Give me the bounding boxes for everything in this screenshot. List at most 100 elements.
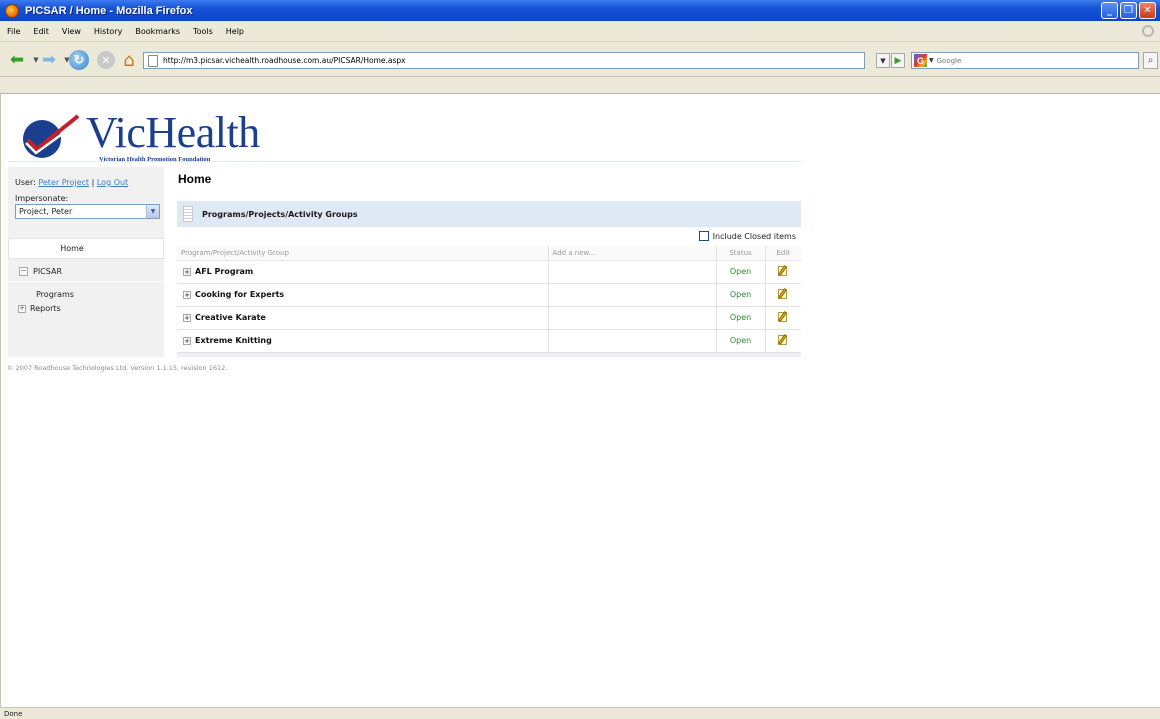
document-icon [183, 206, 193, 222]
search-magnifier-icon[interactable]: ⌕ [1143, 52, 1158, 69]
menu-history[interactable]: History [94, 27, 122, 36]
maximize-button[interactable]: ❐ [1120, 2, 1137, 19]
nav-programs[interactable]: Programs [36, 290, 74, 299]
header-divider [8, 161, 801, 162]
section-header: Programs/Projects/Activity Groups [177, 201, 801, 227]
throbber-icon [1142, 25, 1154, 37]
row-name-cell[interactable]: + Cooking for Experts [177, 283, 549, 307]
checkbox-icon[interactable] [698, 231, 709, 241]
menu-help[interactable]: Help [226, 27, 244, 36]
expand-icon[interactable]: + [183, 314, 191, 323]
copyright-text: © 2007 Roadhouse Technologies Ltd. Versi… [7, 364, 228, 372]
stop-icon[interactable]: ✕ [97, 51, 115, 69]
include-closed-label: Include Closed items [712, 231, 796, 241]
forward-arrow-icon[interactable]: ➡ [40, 50, 58, 70]
url-bar[interactable]: http://m3.picsar.vichealth.roadhouse.com… [143, 52, 865, 69]
edit-icon[interactable] [777, 311, 789, 322]
url-text[interactable]: http://m3.picsar.vichealth.roadhouse.com… [163, 56, 406, 65]
window-left-border [0, 94, 1, 707]
nav-picsar[interactable]: − PICSAR [8, 261, 164, 282]
edit-icon[interactable] [777, 265, 789, 276]
collapse-icon[interactable]: − [19, 266, 28, 276]
search-input[interactable] [936, 56, 1127, 65]
column-header-status: Status [716, 246, 766, 261]
status-text: Done [4, 709, 23, 718]
minimize-button[interactable]: _ [1101, 2, 1118, 19]
section-title: Programs/Projects/Activity Groups [202, 209, 358, 219]
url-dropdown-icon[interactable]: ▼ [876, 53, 890, 68]
chevron-down-icon[interactable]: ▼ [146, 205, 159, 218]
column-header-add: Add a new... [548, 246, 717, 261]
close-button[interactable]: ✕ [1139, 2, 1156, 19]
impersonate-select[interactable]: Project, Peter ▼ [15, 204, 160, 219]
row-name-cell[interactable]: + AFL Program [177, 260, 549, 284]
row-name-cell[interactable]: + Extreme Knitting [177, 329, 549, 353]
menu-tools[interactable]: Tools [193, 27, 213, 36]
table-row: + Extreme Knitting Open [177, 329, 801, 353]
row-add-cell[interactable] [548, 260, 717, 284]
status-bar: Done [0, 707, 1160, 719]
nav-picsar-label: PICSAR [33, 266, 63, 276]
impersonate-value[interactable]: Project, Peter [19, 207, 146, 216]
user-name-link[interactable]: Peter Project [38, 178, 89, 187]
page-viewport: VicHealth Victorian Health Promotion Fou… [0, 94, 1160, 707]
table-row: + Cooking for Experts Open [177, 283, 801, 307]
search-box[interactable]: G ▼ [911, 52, 1139, 69]
user-line: User: Peter Project | Log Out [15, 178, 128, 187]
expand-icon[interactable]: + [183, 337, 191, 346]
row-name-cell[interactable]: + Creative Karate [177, 306, 549, 330]
row-name[interactable]: Cooking for Experts [195, 290, 284, 299]
row-name[interactable]: Creative Karate [195, 313, 266, 322]
impersonate-label: Impersonate: [15, 194, 69, 203]
edit-icon[interactable] [777, 288, 789, 299]
row-status: Open [716, 260, 766, 284]
table-footer-bar [177, 353, 801, 357]
row-edit-cell[interactable] [765, 306, 801, 330]
go-arrow-icon[interactable]: ▶ [891, 53, 905, 68]
row-name[interactable]: Extreme Knitting [195, 336, 272, 345]
row-status: Open [716, 306, 766, 330]
expand-icon[interactable]: + [18, 304, 26, 313]
window-title: PICSAR / Home - Mozilla Firefox [25, 4, 193, 17]
window-titlebar: PICSAR / Home - Mozilla Firefox _ ❐ ✕ [0, 0, 1160, 21]
vichealth-logo-mark [23, 114, 81, 158]
nav-reports[interactable]: + Reports [18, 304, 61, 313]
menu-file[interactable]: File [7, 27, 20, 36]
expand-icon[interactable]: + [183, 291, 191, 300]
vichealth-logo: VicHealth Victorian Health Promotion Fou… [20, 108, 320, 163]
table-row: + AFL Program Open [177, 260, 801, 284]
back-arrow-icon[interactable]: ⬅ [8, 50, 26, 70]
table-row: + Creative Karate Open [177, 306, 801, 330]
page-title: Home [178, 172, 212, 186]
reload-icon[interactable]: ↻ [69, 50, 89, 70]
row-add-cell[interactable] [548, 329, 717, 353]
user-separator: | [89, 178, 97, 187]
row-edit-cell[interactable] [765, 283, 801, 307]
row-add-cell[interactable] [548, 306, 717, 330]
search-engine-dropdown-icon[interactable]: ▼ [929, 57, 934, 64]
row-edit-cell[interactable] [765, 260, 801, 284]
menu-edit[interactable]: Edit [33, 27, 49, 36]
user-label: User: [15, 178, 36, 187]
menu-bookmarks[interactable]: Bookmarks [135, 27, 180, 36]
google-icon[interactable]: G [914, 54, 927, 67]
row-name[interactable]: AFL Program [195, 267, 253, 276]
bookmarks-toolbar [0, 77, 1160, 94]
row-edit-cell[interactable] [765, 329, 801, 353]
home-icon[interactable]: ⌂ [120, 50, 138, 71]
nav-home[interactable]: Home [8, 238, 164, 259]
row-status: Open [716, 283, 766, 307]
include-closed-checkbox[interactable]: Include Closed items [698, 231, 796, 241]
column-header-name: Program/Project/Activity Group [177, 246, 549, 261]
table-header-row: Program/Project/Activity Group Add a new… [177, 246, 801, 261]
page-icon [148, 54, 158, 67]
left-navigation: Home − PICSAR Programs + Reports [8, 238, 164, 357]
menu-view[interactable]: View [62, 27, 81, 36]
row-status: Open [716, 329, 766, 353]
logout-link[interactable]: Log Out [97, 178, 128, 187]
column-header-edit: Edit [765, 246, 801, 261]
expand-icon[interactable]: + [183, 268, 191, 277]
row-add-cell[interactable] [548, 283, 717, 307]
menu-bar: File Edit View History Bookmarks Tools H… [0, 21, 1160, 42]
edit-icon[interactable] [777, 334, 789, 345]
